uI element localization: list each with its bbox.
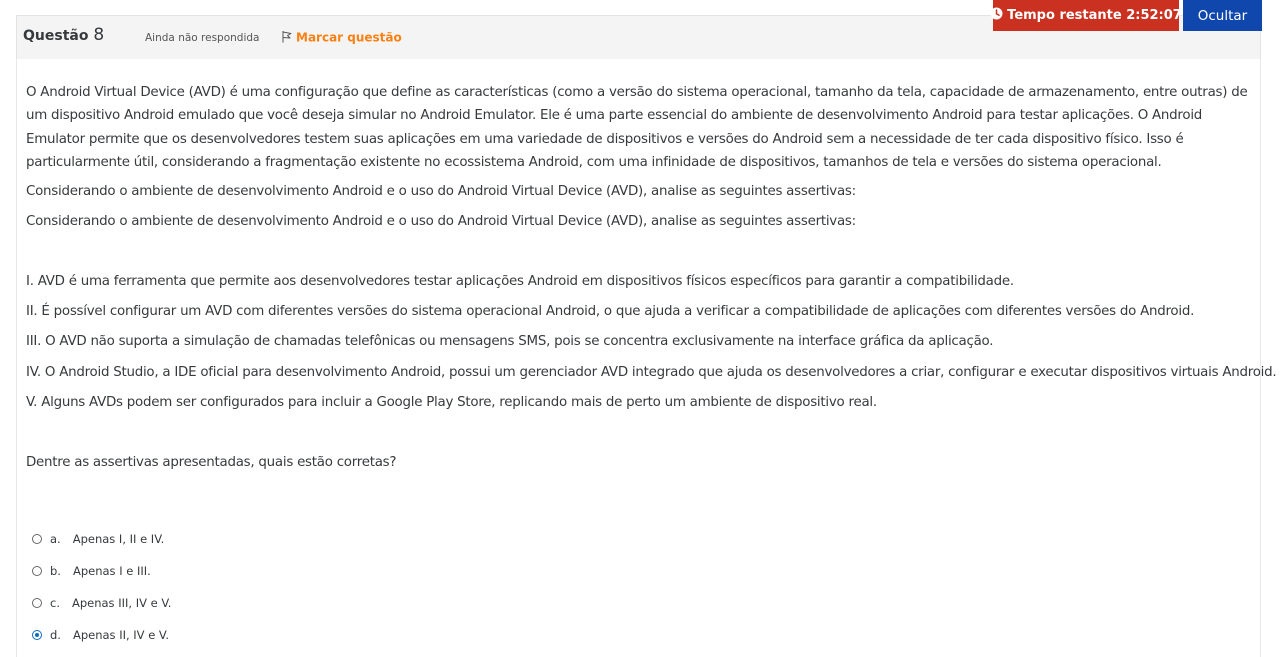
quiz-page: Questão 8 Ainda não respondida Marcar qu…	[0, 0, 1280, 657]
answer-text-d: Apenas II, IV e V.	[72, 628, 169, 642]
question-title: Questão 8	[23, 25, 104, 45]
question-state: Ainda não respondida	[145, 32, 260, 44]
assertion-3: III. O AVD não suporta a simulação de ch…	[26, 334, 994, 349]
question-consider-2: Considerando o ambiente de desenvolvimen…	[26, 214, 856, 229]
answer-option-b[interactable]: b. Apenas I e III.	[32, 564, 151, 578]
answer-radio-a[interactable]	[32, 534, 42, 544]
answer-radio-d[interactable]	[32, 630, 42, 640]
answer-letter-c: c.	[50, 596, 60, 610]
answer-option-a[interactable]: a. Apenas I, II e IV.	[32, 532, 164, 546]
question-intro: O Android Virtual Device (AVD) é uma con…	[26, 85, 1248, 170]
time-remaining-badge: Tempo restante 2:52:07	[990, 0, 1182, 31]
answer-option-d[interactable]: d. Apenas II, IV e V.	[32, 628, 169, 642]
assertion-5: V. Alguns AVDs podem ser configurados pa…	[26, 395, 877, 410]
answer-text-c: Apenas III, IV e V.	[71, 596, 172, 610]
answer-radio-b[interactable]	[32, 566, 42, 576]
answer-option-c[interactable]: c. Apenas III, IV e V.	[32, 596, 171, 610]
assertion-1: I. AVD é uma ferramenta que permite aos …	[26, 274, 1014, 289]
flag-icon	[281, 30, 293, 46]
clock-icon	[990, 7, 1003, 24]
assertion-4: IV. O Android Studio, a IDE oficial para…	[26, 365, 1277, 380]
question-number: 8	[93, 25, 105, 45]
flag-question-label: Marcar questão	[296, 30, 402, 45]
flag-question-link[interactable]: Marcar questão	[281, 30, 402, 46]
answer-text-a: Apenas I, II e IV.	[72, 532, 165, 546]
question-title-label: Questão	[23, 28, 89, 44]
answer-radio-c[interactable]	[32, 598, 42, 608]
answer-letter-d: d.	[50, 628, 61, 642]
answer-letter-a: a.	[50, 532, 61, 546]
answer-letter-b: b.	[50, 564, 61, 578]
assertion-2: II. É possível configurar um AVD com dif…	[26, 304, 1195, 319]
time-remaining-label: Tempo restante 2:52:07	[1007, 8, 1182, 23]
question-prompt: Dentre as assertivas apresentadas, quais…	[26, 455, 397, 470]
question-consider-1: Considerando o ambiente de desenvolvimen…	[26, 184, 856, 199]
hide-timer-button[interactable]: Ocultar	[1183, 0, 1262, 31]
question-text: O Android Virtual Device (AVD) é uma con…	[26, 81, 1256, 174]
answer-text-b: Apenas I e III.	[72, 564, 151, 578]
